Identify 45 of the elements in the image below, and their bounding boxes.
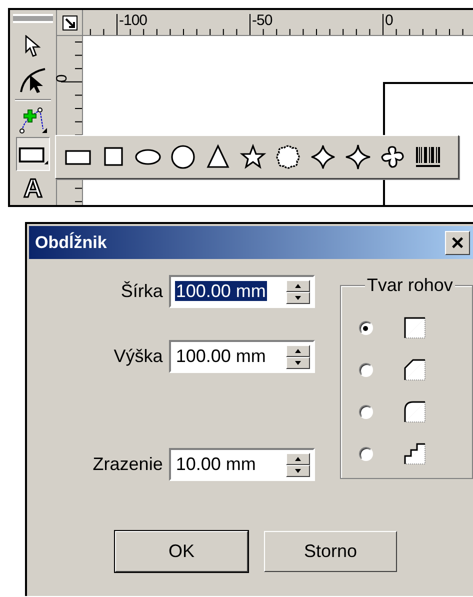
- down-arrow-icon: [294, 296, 301, 300]
- tool-button[interactable]: [16, 137, 50, 171]
- spin-field[interactable]: 10.00 mm: [168, 448, 315, 481]
- down-arrow-icon: [294, 360, 301, 364]
- spin-up-button[interactable]: [286, 280, 310, 292]
- bezier-add-icon: [18, 106, 48, 134]
- up-arrow-icon: [294, 284, 301, 288]
- propeller-icon[interactable]: [379, 144, 407, 170]
- spin-up-button[interactable]: [286, 344, 310, 356]
- field-label: Šírka: [120, 281, 163, 302]
- spin-field[interactable]: 100.00 mm: [168, 340, 315, 373]
- spin-down-button[interactable]: [286, 464, 310, 476]
- ruler-label: -100: [119, 12, 148, 29]
- cancel-button[interactable]: Storno: [264, 531, 397, 572]
- up-arrow-icon: [294, 348, 301, 352]
- curve-arrow-icon: [19, 66, 47, 94]
- ruler-origin-icon[interactable]: [62, 14, 78, 30]
- circle-icon[interactable]: [169, 144, 197, 170]
- spin-down-button[interactable]: [286, 356, 310, 368]
- star-icon[interactable]: [239, 144, 267, 170]
- field-label: Zrazenie: [92, 454, 163, 475]
- close-button[interactable]: ×: [445, 230, 470, 254]
- spin-down-button[interactable]: [286, 292, 310, 304]
- four-point-star-icon[interactable]: [344, 144, 372, 170]
- ok-button[interactable]: OK: [115, 531, 248, 572]
- ruler-label: -50: [252, 12, 272, 29]
- triangle-icon[interactable]: [204, 144, 232, 170]
- spin-up-button[interactable]: [286, 452, 310, 464]
- rounded-star-icon[interactable]: [309, 144, 337, 170]
- spin-field[interactable]: 100.00 mm: [168, 275, 315, 308]
- window-title: Obdĺžnik: [35, 232, 107, 252]
- field-label: Výška: [114, 346, 163, 367]
- toolbar-grip: [13, 14, 53, 23]
- radio-button[interactable]: [358, 363, 373, 377]
- radio-button[interactable]: [358, 405, 373, 419]
- text-tool-icon: A: [24, 175, 42, 201]
- down-arrow-icon: [294, 468, 301, 472]
- radio-button[interactable]: [358, 447, 373, 461]
- ruler-label: 0: [54, 74, 71, 83]
- barcode-icon[interactable]: [414, 144, 442, 170]
- pointer-icon: [25, 35, 41, 57]
- ruler-label: 0: [385, 12, 393, 29]
- radio-button[interactable]: [358, 321, 373, 335]
- flower-icon[interactable]: [274, 144, 302, 170]
- up-arrow-icon: [294, 456, 301, 460]
